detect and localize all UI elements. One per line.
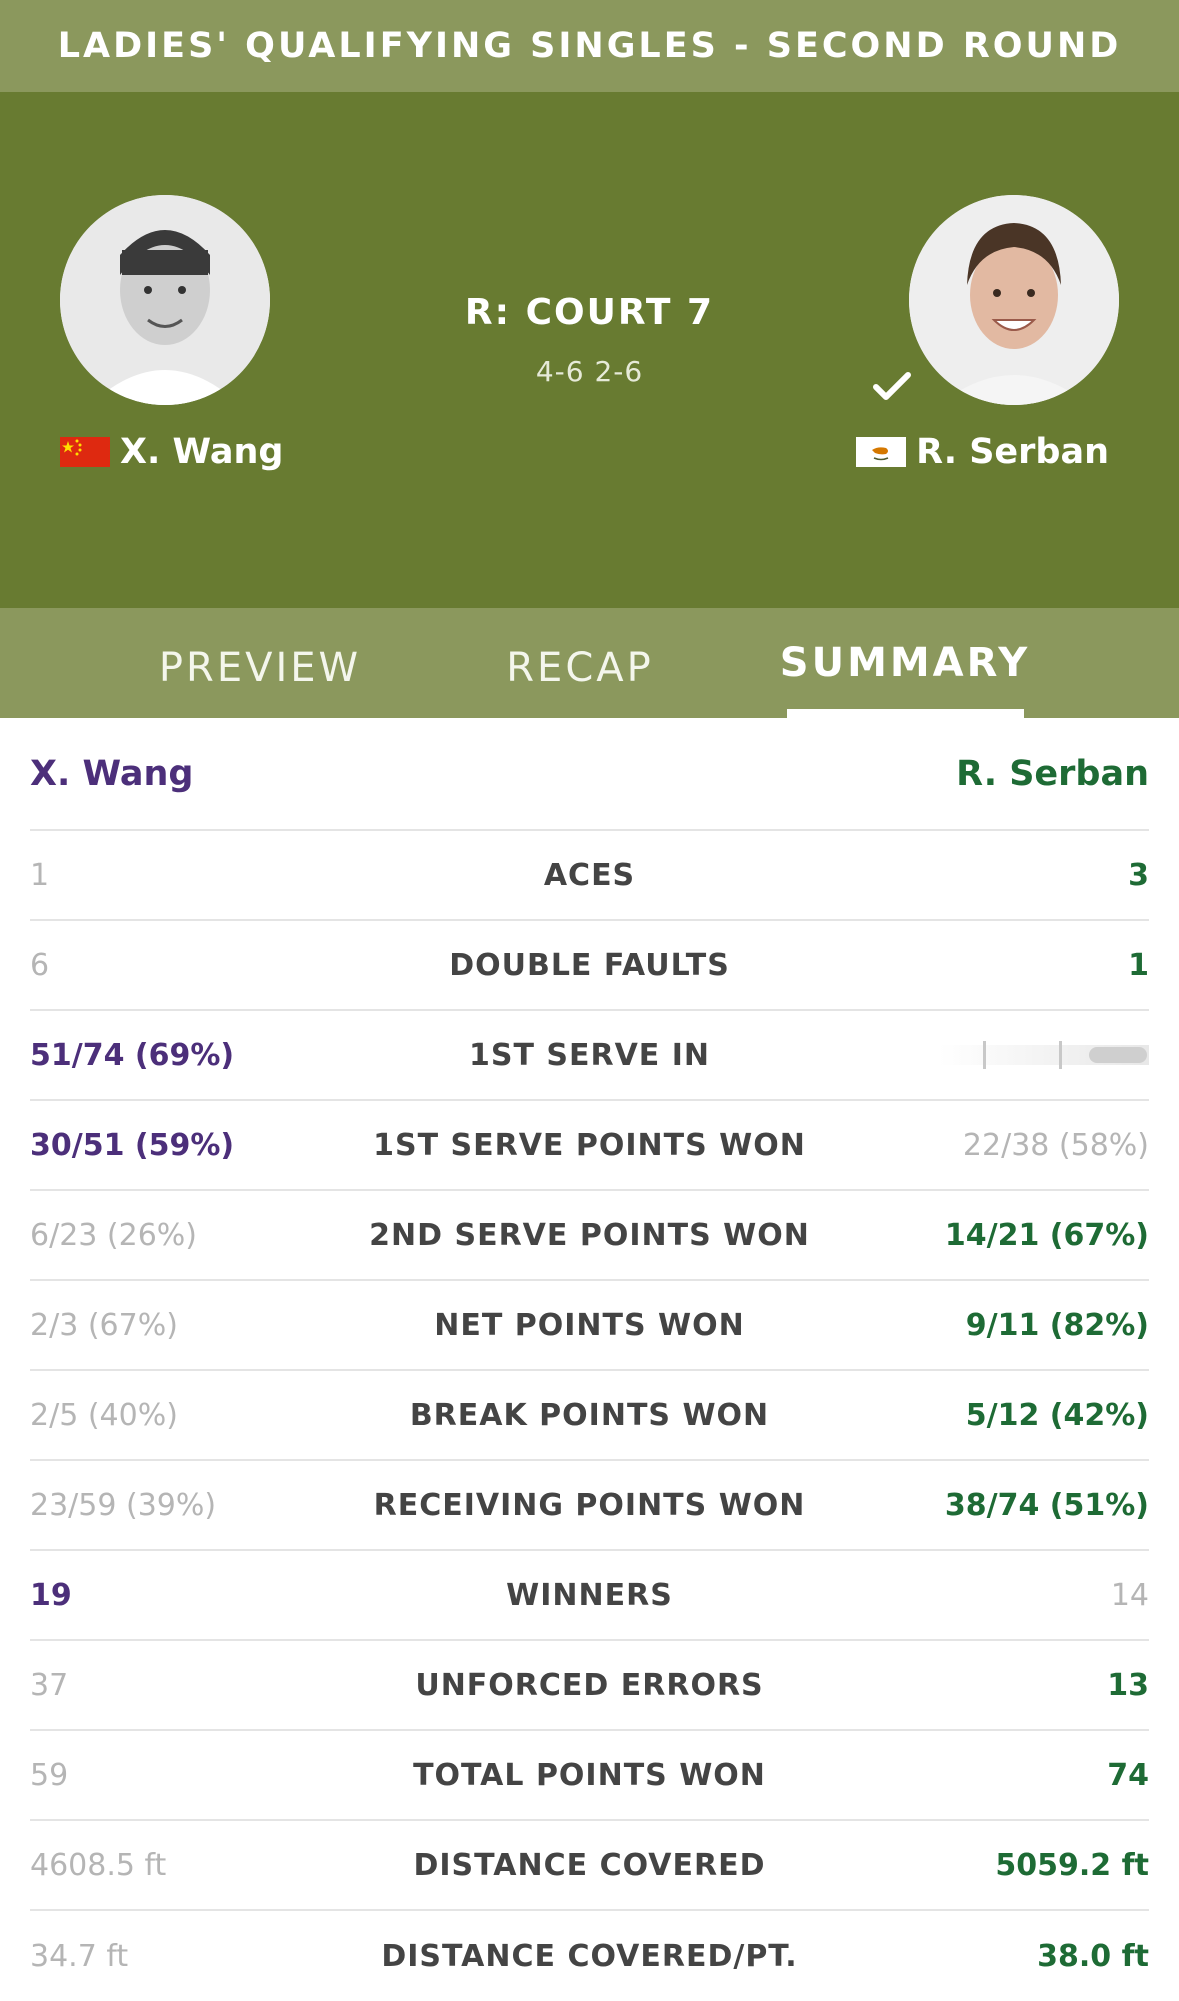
stat-label: TOTAL POINTS WON bbox=[413, 1757, 766, 1793]
stats-header: X. Wang R. Serban bbox=[30, 718, 1149, 831]
china-flag-icon bbox=[60, 437, 110, 467]
cyprus-flag-icon bbox=[856, 437, 907, 467]
player1-name-block[interactable]: X. Wang bbox=[60, 432, 283, 472]
stat-row-net-points-won: 2/3 (67%) NET POINTS WON 9/11 (82%) bbox=[30, 1281, 1149, 1371]
match-hero: X. Wang R: COURT 7 4-6 2-6 R. Serban bbox=[0, 92, 1179, 608]
active-tab-indicator bbox=[787, 709, 1024, 718]
stat-row-unforced-errors: 37 UNFORCED ERRORS 13 bbox=[30, 1641, 1149, 1731]
stat-p2-value: 3 bbox=[1128, 857, 1149, 893]
stat-row-first-serve-points-won: 30/51 (59%) 1ST SERVE POINTS WON 22/38 (… bbox=[30, 1101, 1149, 1191]
tab-preview[interactable]: PREVIEW bbox=[130, 613, 390, 723]
stat-row-aces: 1 ACES 3 bbox=[30, 831, 1149, 921]
stat-row-distance-covered: 4608.5 ft DISTANCE COVERED 5059.2 ft bbox=[30, 1821, 1149, 1911]
player2-name-block[interactable]: R. Serban bbox=[856, 432, 1109, 472]
stat-p2-value: 74 bbox=[1107, 1757, 1149, 1793]
stat-row-total-points-won: 59 TOTAL POINTS WON 74 bbox=[30, 1731, 1149, 1821]
stat-p2-value-obscured bbox=[939, 1037, 1149, 1073]
stat-p2-value: 1 bbox=[1128, 947, 1149, 983]
player1-name: X. Wang bbox=[120, 432, 284, 472]
stat-label: DISTANCE COVERED/PT. bbox=[381, 1938, 798, 1974]
stat-label: DISTANCE COVERED bbox=[413, 1847, 766, 1883]
winner-check-icon bbox=[873, 372, 911, 400]
stat-row-winners: 19 WINNERS 14 bbox=[30, 1551, 1149, 1641]
match-tabs: PREVIEW RECAP SUMMARY bbox=[0, 608, 1179, 718]
stat-row-first-serve-in: 51/74 (69%) 1ST SERVE IN bbox=[30, 1011, 1149, 1101]
player2-name: R. Serban bbox=[916, 432, 1109, 472]
stat-row-break-points-won: 2/5 (40%) BREAK POINTS WON 5/12 (42%) bbox=[30, 1371, 1149, 1461]
tab-recap[interactable]: RECAP bbox=[475, 613, 685, 723]
stat-row-distance-per-point: 34.7 ft DISTANCE COVERED/PT. 38.0 ft bbox=[30, 1911, 1149, 2001]
stat-p2-value: 5059.2 ft bbox=[995, 1847, 1149, 1883]
stat-p2-value: 14/21 (67%) bbox=[944, 1217, 1149, 1253]
round-title: LADIES' QUALIFYING SINGLES - SECOND ROUN… bbox=[0, 0, 1179, 92]
stat-p2-value: 22/38 (58%) bbox=[962, 1127, 1149, 1163]
stat-p2-value: 13 bbox=[1107, 1667, 1149, 1703]
player2-avatar[interactable] bbox=[909, 195, 1119, 405]
tab-summary[interactable]: SUMMARY bbox=[780, 608, 1027, 718]
stats-player2-name: R. Serban bbox=[956, 753, 1149, 794]
stat-p2-value: 5/12 (42%) bbox=[965, 1397, 1149, 1433]
stat-label: DOUBLE FAULTS bbox=[449, 947, 730, 983]
stats-table: 1 ACES 3 6 DOUBLE FAULTS 1 51/74 (69%) 1… bbox=[30, 831, 1149, 2001]
stat-p2-value: 38/74 (51%) bbox=[944, 1487, 1149, 1523]
stat-row-second-serve-points-won: 6/23 (26%) 2ND SERVE POINTS WON 14/21 (6… bbox=[30, 1191, 1149, 1281]
stat-p2-value: 9/11 (82%) bbox=[965, 1307, 1149, 1343]
player2-photo bbox=[909, 195, 1119, 405]
stat-label: WINNERS bbox=[506, 1577, 673, 1613]
stat-row-receiving-points-won: 23/59 (39%) RECEIVING POINTS WON 38/74 (… bbox=[30, 1461, 1149, 1551]
stat-row-double-faults: 6 DOUBLE FAULTS 1 bbox=[30, 921, 1149, 1011]
stat-p2-value: 14 bbox=[1110, 1577, 1149, 1613]
stat-label: UNFORCED ERRORS bbox=[415, 1667, 764, 1703]
stats-player1-name: X. Wang bbox=[30, 753, 194, 794]
stat-label: ACES bbox=[543, 857, 636, 893]
stat-p2-value: 38.0 ft bbox=[1037, 1938, 1149, 1974]
